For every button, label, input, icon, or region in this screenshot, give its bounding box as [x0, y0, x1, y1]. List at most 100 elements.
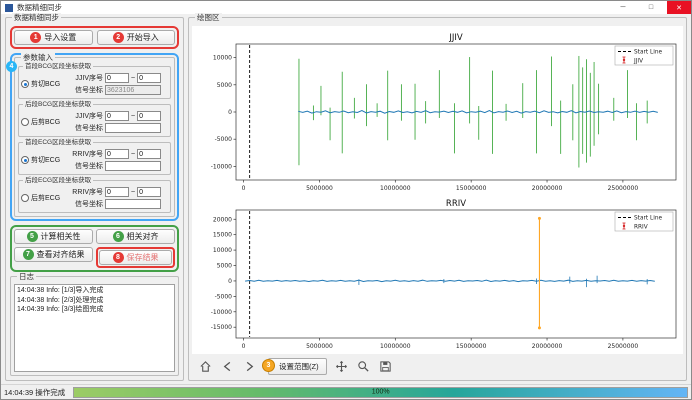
- svg-text:5000000: 5000000: [306, 185, 333, 192]
- close-button[interactable]: ✕: [667, 1, 691, 14]
- title-bar: 数据精细同步 ─ □ ✕: [1, 1, 691, 14]
- radio-label: 剪切ECG: [31, 155, 60, 165]
- signal-coord-input[interactable]: [105, 123, 161, 133]
- svg-text:5000: 5000: [217, 82, 232, 89]
- set-range-button[interactable]: 设置范围(Z): [268, 358, 327, 375]
- plot-panel: 绘图区 JJIV05000000100000001500000020000000…: [188, 17, 687, 381]
- param-subgroup-ecg-tail: 后段ECG区段坐标获取 后剪ECG RRIV序号 ~: [18, 180, 171, 213]
- rriv-to-input[interactable]: [137, 149, 161, 159]
- range-button-wrap: 3 设置范围(Z): [268, 358, 327, 375]
- svg-text:Start Line: Start Line: [634, 50, 663, 56]
- import-settings-button[interactable]: 1 导入设置: [14, 30, 93, 45]
- back-button[interactable]: [220, 359, 235, 374]
- correlation-align-button[interactable]: 6 相关对齐: [96, 229, 175, 244]
- jjiv-to-input[interactable]: [137, 73, 161, 83]
- radio-button[interactable]: [21, 80, 29, 88]
- radio-button[interactable]: [21, 156, 29, 164]
- subgroup-title: 后段ECG区段坐标获取: [23, 176, 93, 185]
- progress-bar: 100%: [73, 387, 688, 398]
- param-subgroup-ecg-head: 首段ECG区段坐标获取 剪切ECG RRIV序号 ~: [18, 142, 171, 175]
- tail-bcg-radio[interactable]: 后剪BCG: [21, 117, 67, 127]
- log-group: 日志 14:04:38 Info: [1/3]导入完成 14:04:38 Inf…: [10, 276, 179, 376]
- jjiv-to-input[interactable]: [137, 111, 161, 121]
- save-figure-button[interactable]: [378, 359, 393, 374]
- param-group-title: 参数输入: [21, 53, 55, 62]
- plot-toolbar: 3 设置范围(Z): [192, 354, 683, 375]
- control-panel: 数据精细同步 1 导入设置 2 开始导入 4 参数输入 首段BCG区段坐标获取: [5, 17, 184, 381]
- rriv-chart[interactable]: RRIV050000001000000015000000200000002500…: [192, 195, 684, 353]
- jjiv-chart[interactable]: JJIV050000001000000015000000200000002500…: [192, 29, 684, 195]
- correlation-align-label: 相关对齐: [127, 231, 159, 242]
- svg-text:10000000: 10000000: [380, 343, 411, 350]
- param-annotation-box: 4 参数输入 首段BCG区段坐标获取 剪切BCG JJIV序号: [10, 53, 179, 221]
- compute-correlation-button[interactable]: 5 计算相关性: [14, 229, 93, 244]
- home-button[interactable]: [198, 359, 213, 374]
- home-icon: [199, 360, 212, 373]
- svg-text:-10000: -10000: [211, 163, 232, 170]
- pan-button[interactable]: [334, 359, 349, 374]
- seq-label: RRIV序号: [67, 187, 103, 197]
- svg-text:20000: 20000: [213, 216, 232, 223]
- radio-label: 后剪BCG: [31, 117, 60, 127]
- status-message: 14:04:39 操作完成: [4, 387, 65, 398]
- signal-coord-input[interactable]: [105, 199, 161, 209]
- rriv-from-input[interactable]: [105, 187, 129, 197]
- seq-label: JJIV序号: [67, 73, 103, 83]
- forward-button[interactable]: [242, 359, 257, 374]
- range-separator: ~: [131, 189, 135, 196]
- svg-text:10000: 10000: [213, 247, 232, 254]
- view-align-result-button[interactable]: 7 查看对齐结果: [14, 247, 93, 262]
- step-4-badge: 4: [6, 61, 17, 72]
- app-icon: [5, 4, 13, 12]
- radio-label: 后剪ECG: [31, 193, 60, 203]
- svg-text:5000000: 5000000: [306, 343, 333, 350]
- minimize-button[interactable]: ─: [611, 1, 635, 14]
- view-align-result-label: 查看对齐结果: [37, 249, 85, 260]
- start-import-label: 开始导入: [127, 32, 159, 43]
- save-result-button[interactable]: 8 保存结果: [99, 250, 172, 265]
- cut-ecg-radio[interactable]: 剪切ECG: [21, 155, 67, 165]
- jjiv-from-input[interactable]: [105, 73, 129, 83]
- seq-label: RRIV序号: [67, 149, 103, 159]
- radio-button[interactable]: [21, 194, 29, 202]
- subgroup-title: 后段BCG区段坐标获取: [23, 100, 93, 109]
- jjiv-from-input[interactable]: [105, 111, 129, 121]
- rriv-to-input[interactable]: [137, 187, 161, 197]
- step-3-badge: 3: [262, 359, 275, 372]
- signal-coord-input[interactable]: [105, 161, 161, 171]
- step-6-badge: 6: [113, 231, 124, 242]
- import-annotation-box: 1 导入设置 2 开始导入: [10, 26, 179, 49]
- range-separator: ~: [131, 113, 135, 120]
- back-arrow-icon: [221, 360, 234, 373]
- range-separator: ~: [131, 75, 135, 82]
- radio-button[interactable]: [21, 118, 29, 126]
- log-list[interactable]: 14:04:38 Info: [1/3]导入完成 14:04:38 Info: …: [14, 284, 175, 372]
- tail-ecg-radio[interactable]: 后剪ECG: [21, 193, 67, 203]
- pan-icon: [335, 360, 348, 373]
- subgroup-title: 首段ECG区段坐标获取: [23, 138, 93, 147]
- svg-text:10000: 10000: [213, 55, 232, 62]
- control-panel-title: 数据精细同步: [12, 13, 61, 22]
- svg-text:Start Line: Start Line: [634, 216, 663, 222]
- zoom-button[interactable]: [356, 359, 371, 374]
- maximize-button[interactable]: □: [639, 1, 663, 14]
- start-import-button[interactable]: 2 开始导入: [97, 30, 176, 45]
- param-group: 参数输入 首段BCG区段坐标获取 剪切BCG JJIV序号: [14, 57, 175, 217]
- main-area: 数据精细同步 1 导入设置 2 开始导入 4 参数输入 首段BCG区段坐标获取: [1, 14, 691, 384]
- svg-text:15000: 15000: [213, 232, 232, 239]
- coord-label: 信号坐标: [67, 85, 103, 95]
- cut-bcg-radio[interactable]: 剪切BCG: [21, 79, 67, 89]
- actions-annotation-box: 5 计算相关性 6 相关对齐 7 查看对齐结果 8 保存结果: [10, 225, 179, 272]
- coord-label: 信号坐标: [67, 123, 103, 133]
- rriv-from-input[interactable]: [105, 149, 129, 159]
- svg-text:RRIV: RRIV: [446, 199, 466, 209]
- svg-text:20000000: 20000000: [532, 185, 563, 192]
- status-bar: 14:04:39 操作完成 100%: [1, 384, 691, 399]
- figure-canvas[interactable]: JJIV050000001000000015000000200000002500…: [192, 26, 683, 354]
- param-subgroup-bcg-tail: 后段BCG区段坐标获取 后剪BCG JJIV序号 ~: [18, 104, 171, 137]
- forward-arrow-icon: [243, 360, 256, 373]
- range-separator: ~: [131, 151, 135, 158]
- save-icon: [379, 360, 392, 373]
- step-7-badge: 7: [23, 249, 34, 260]
- log-group-title: 日志: [17, 272, 36, 281]
